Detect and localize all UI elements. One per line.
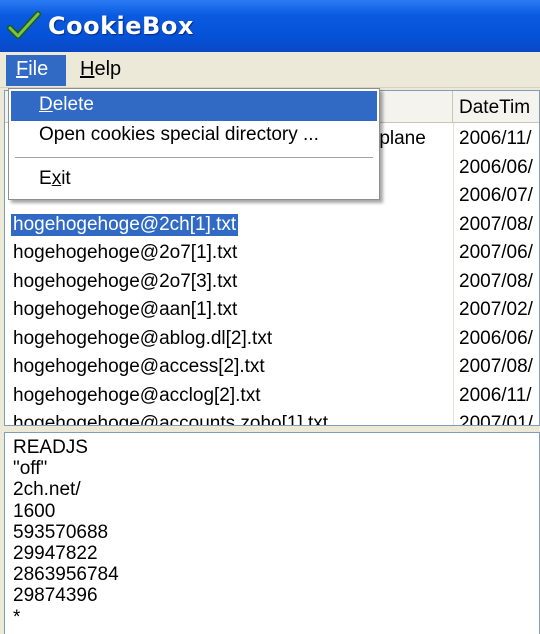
row-11-name: hogehogehoge@accounts.zoho[1].txt [13, 413, 329, 426]
row-9-name: hogehogehoge@access[2].txt [13, 356, 265, 377]
row-7-date: 2007/02/ [459, 299, 533, 320]
content-line: 29947822 [13, 543, 98, 565]
menu-help-mnemonic: H [80, 58, 95, 80]
file-dropdown-menu: Delete Open cookies special directory ..… [8, 88, 380, 200]
list-row-9[interactable]: hogehogehoge@access[2].txt 2007/08/ [5, 353, 539, 382]
row-1-date: 2006/11/ [459, 128, 532, 149]
window-title: CookieBox [48, 12, 194, 40]
list-row-7[interactable]: hogehogehoge@aan[1].txt 2007/02/ [5, 296, 539, 325]
exit-label-end: it [61, 168, 71, 189]
list-row-5[interactable]: hogehogehoge@2o7[1].txt 2007/06/ [5, 239, 539, 268]
row-10-date: 2006/11/ [459, 385, 532, 406]
row-5-date: 2007/06/ [459, 242, 533, 263]
menu-help-label: elp [94, 58, 122, 80]
content-line: 1600 [13, 500, 56, 522]
menu-item-exit[interactable]: Exit [11, 165, 377, 195]
row-5-name: hogehogehoge@2o7[1].txt [13, 242, 238, 263]
row-6-name: hogehogehoge@2o7[3].txt [13, 271, 238, 292]
row-4-name: hogehogehoge@2ch[1].txt [11, 214, 239, 236]
menu-separator [15, 157, 373, 158]
menu-item-delete[interactable]: Delete [11, 91, 377, 121]
content-line: READJS [13, 437, 88, 458]
list-row-8[interactable]: hogehogehoge@ablog.dl[2].txt 2006/06/ [5, 325, 539, 354]
row-7-name: hogehogehoge@aan[1].txt [13, 299, 238, 320]
row-3-date: 2006/07/ [459, 185, 533, 206]
content-line: * [13, 606, 21, 628]
menu-bar: File Help [0, 52, 540, 88]
title-bar[interactable]: CookieBox [0, 0, 540, 52]
content-line: 2863956784 [13, 564, 119, 586]
cookie-content-view[interactable]: READJS "off" 2ch.net/ 1600 593570688 299… [4, 432, 540, 634]
row-6-date: 2007/08/ [459, 271, 533, 292]
content-line: 29874396 [13, 585, 98, 607]
list-row-11[interactable]: hogehogehoge@accounts.zoho[1].txt 2007/0… [5, 410, 539, 426]
checkmark-icon [7, 11, 41, 39]
list-row-6[interactable]: hogehogehoge@2o7[3].txt 2007/08/ [5, 268, 539, 297]
exit-label-start: E [39, 168, 52, 189]
menu-file[interactable]: File [6, 55, 66, 86]
row-9-date: 2007/08/ [459, 356, 533, 377]
list-row-4-selected[interactable]: hogehogehoge@2ch[1].txt 2007/08/ [5, 211, 539, 240]
row-2-date: 2006/06/ [459, 157, 533, 178]
content-line: 593570688 [13, 521, 109, 543]
list-row-10[interactable]: hogehogehoge@acclog[2].txt 2006/11/ [5, 382, 539, 411]
row-8-name: hogehogehoge@ablog.dl[2].txt [13, 328, 273, 349]
delete-mnemonic: D [39, 94, 53, 115]
delete-label: elete [52, 94, 94, 115]
row-8-date: 2006/06/ [459, 328, 533, 349]
menu-help[interactable]: Help [70, 55, 130, 86]
row-1-name-fragment: rplane [373, 128, 426, 149]
menu-file-mnemonic: F [16, 58, 29, 80]
row-4-date: 2007/08/ [459, 214, 533, 235]
exit-mnemonic: x [51, 168, 62, 189]
menu-item-open-special-directory[interactable]: Open cookies special directory ... [11, 121, 377, 151]
row-10-name: hogehogehoge@acclog[2].txt [13, 385, 261, 406]
menu-file-label: ile [28, 58, 49, 80]
content-line: 2ch.net/ [13, 479, 81, 501]
content-line: "off" [13, 458, 48, 480]
row-11-date: 2007/01/ [459, 413, 533, 426]
column-header-date[interactable]: DateTim [453, 91, 539, 123]
